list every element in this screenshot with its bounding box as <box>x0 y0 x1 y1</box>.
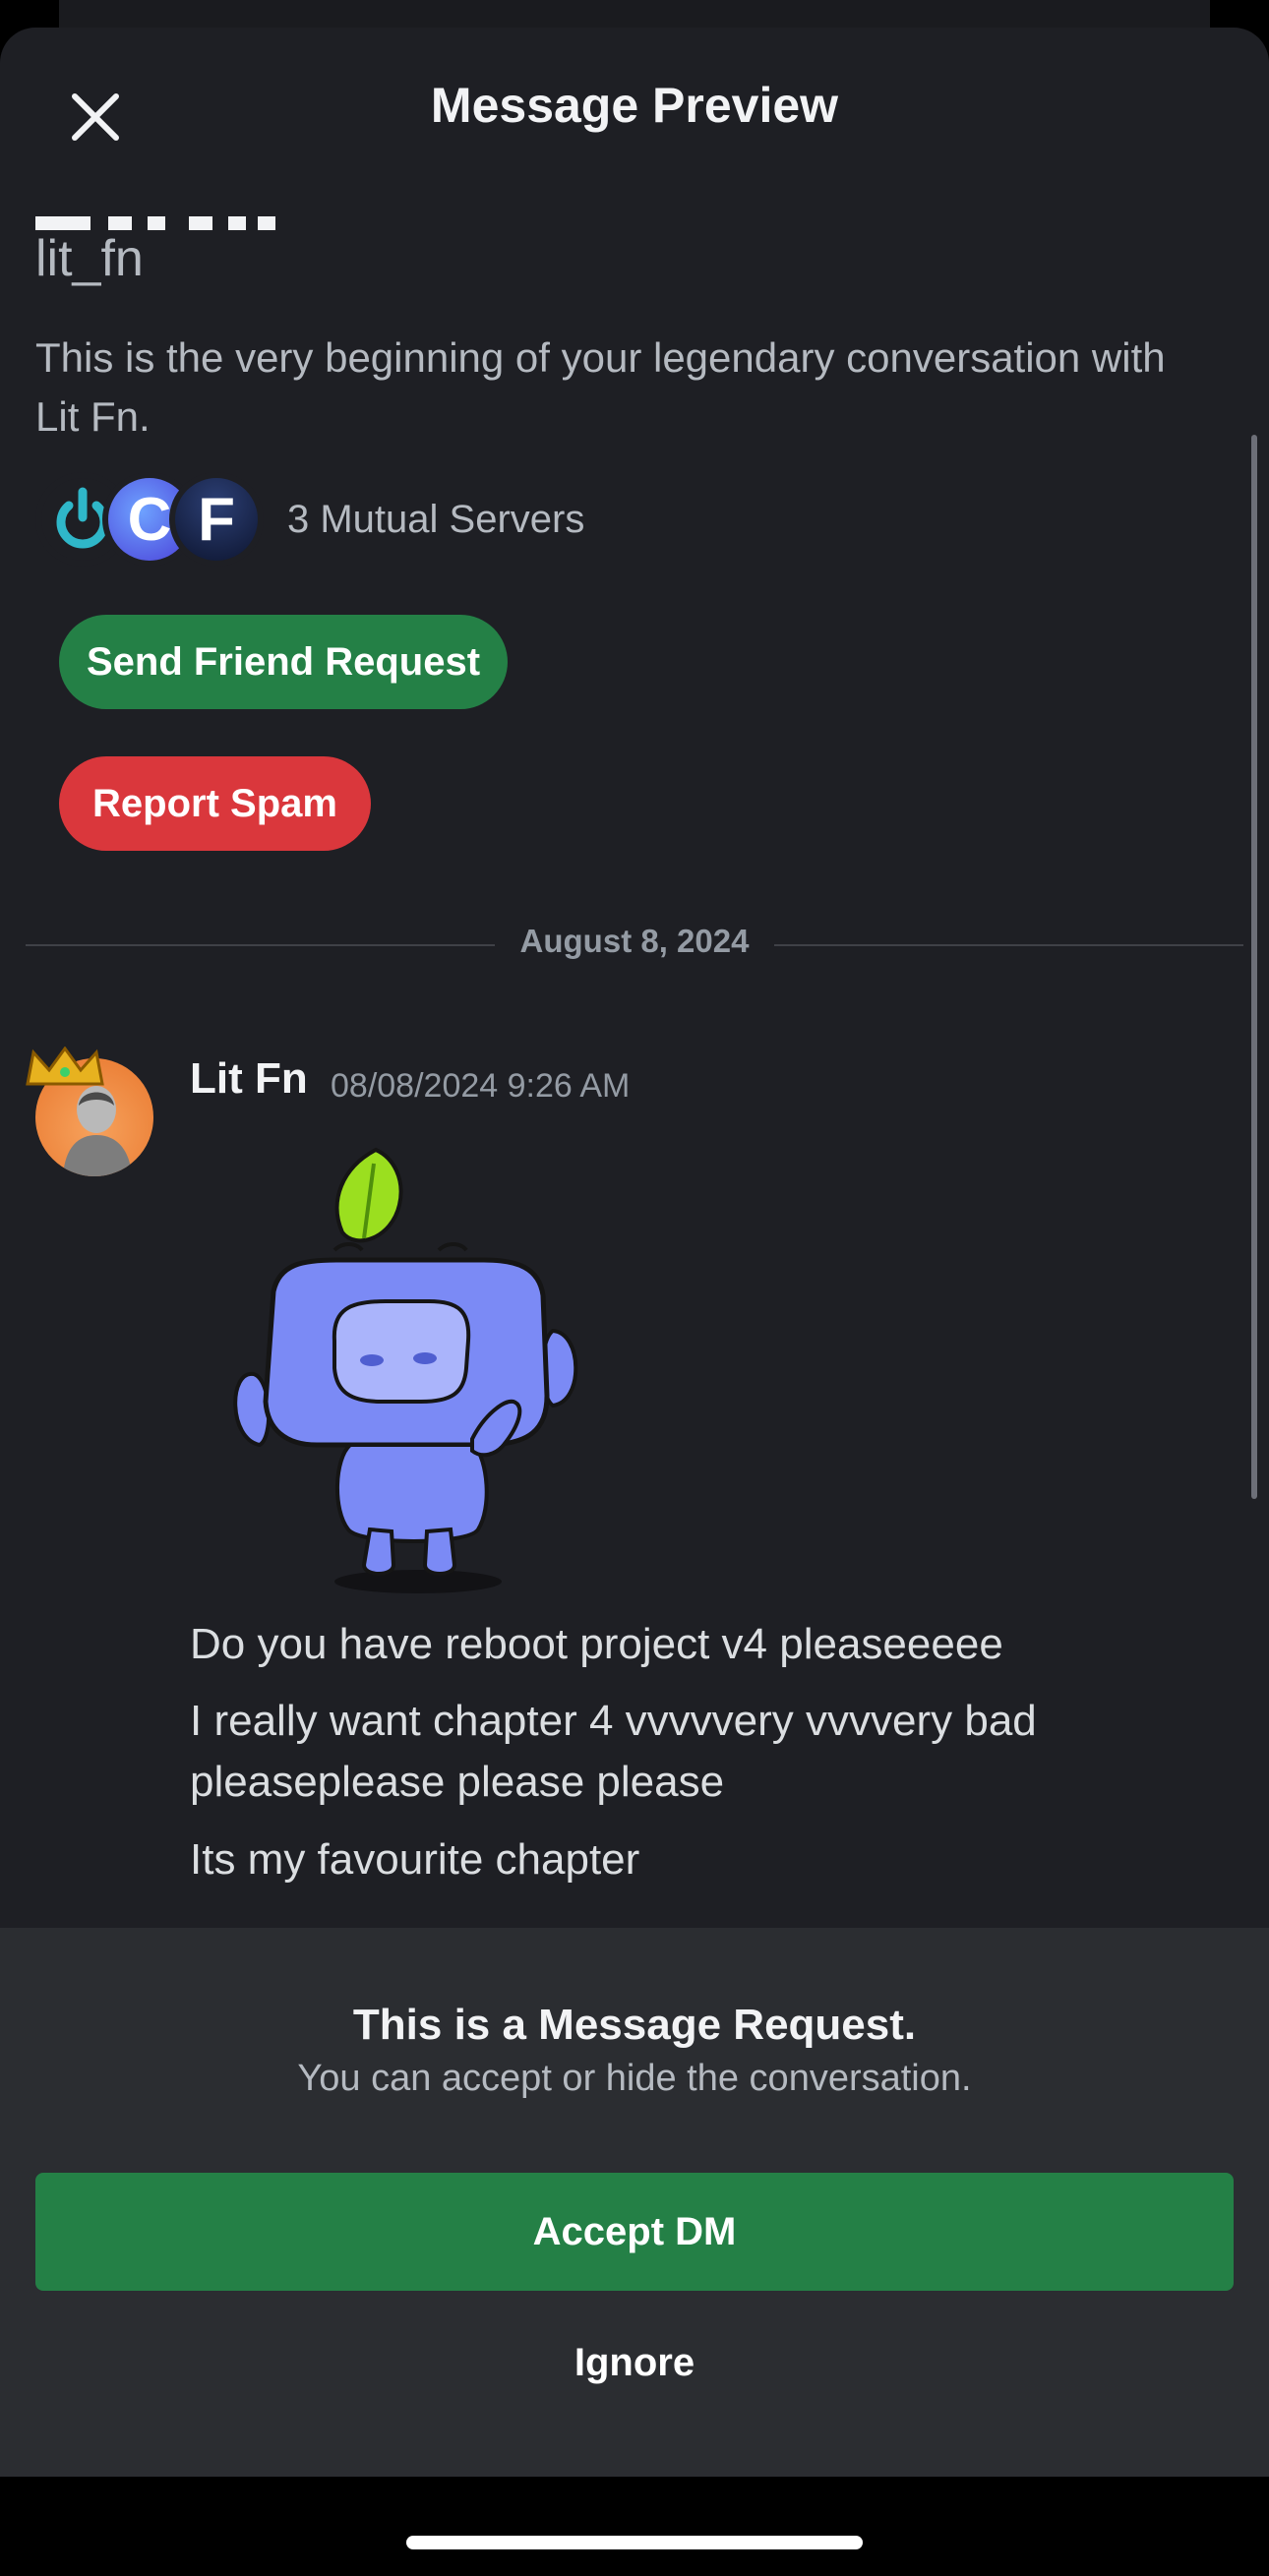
mutual-servers-label: 3 Mutual Servers <box>287 497 585 541</box>
message-timestamp: 08/08/2024 9:26 AM <box>331 1067 631 1105</box>
display-name-cutoff <box>35 195 291 234</box>
date-divider-label: August 8, 2024 <box>494 923 775 959</box>
message-request-panel: This is a Message Request. You can accep… <box>0 1928 1269 2477</box>
report-spam-button[interactable]: Report Spam <box>59 756 371 851</box>
message-author[interactable]: Lit Fn <box>190 1054 308 1104</box>
conversation-intro: This is the very beginning of your legen… <box>35 334 1166 440</box>
send-friend-request-button[interactable]: Send Friend Request <box>59 615 508 709</box>
message-line: Do you have reboot project v4 pleaseeeee <box>190 1620 1003 1668</box>
message-preview-sheet: Message Preview lit_fn This is the very … <box>0 28 1269 2477</box>
accept-dm-button[interactable]: Accept DM <box>35 2173 1234 2291</box>
message-line: Its my favourite chapter <box>190 1835 640 1884</box>
server-f-icon: F <box>169 472 264 567</box>
request-subtitle: You can accept or hide the conversation. <box>297 2058 972 2099</box>
home-indicator[interactable] <box>406 2536 863 2549</box>
scrollbar[interactable] <box>1251 435 1257 1499</box>
sheet-header: Message Preview <box>0 28 1269 185</box>
wumpus-waving-sticker <box>233 1147 578 1593</box>
ignore-button[interactable]: Ignore <box>0 2313 1269 2412</box>
request-title: This is a Message Request. <box>352 2001 917 2049</box>
crown-decoration-icon <box>26 1047 104 1086</box>
page-title: Message Preview <box>430 78 839 133</box>
date-divider: August 8, 2024 <box>0 923 1269 960</box>
message-line: I really want chapter 4 vvvvvery vvvvery… <box>190 1697 1037 1806</box>
username: lit_fn <box>35 230 144 287</box>
mutual-servers[interactable]: C F 3 Mutual Servers <box>35 470 584 569</box>
